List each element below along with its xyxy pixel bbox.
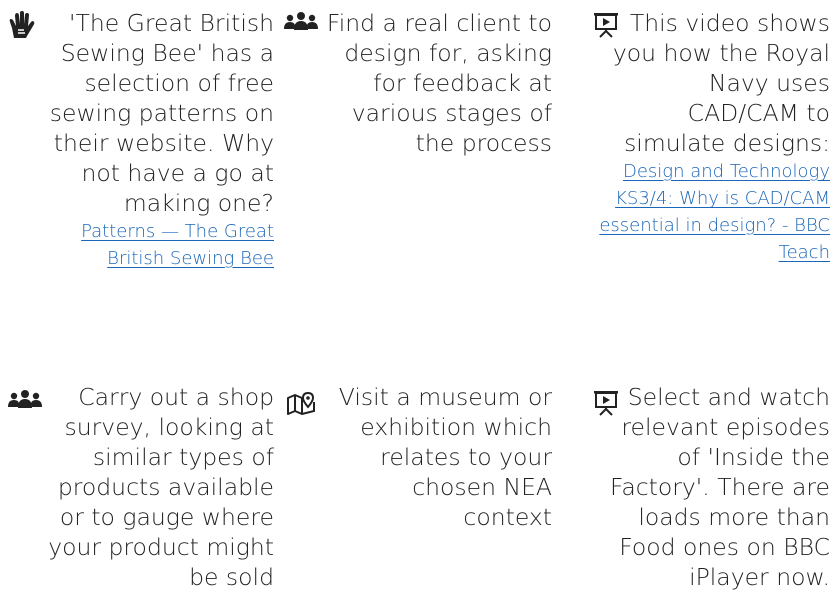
- sign-language-hand-icon: [8, 10, 36, 40]
- activity-text: This video shows you how the Royal Navy …: [612, 9, 830, 157]
- activity-card-client: Find a real client to design for, asking…: [318, 8, 552, 158]
- activity-text: Carry out a shop survey, looking at simi…: [48, 383, 274, 591]
- activity-text: Find a real client to design for, asking…: [326, 9, 552, 157]
- people-group-icon: [8, 390, 42, 408]
- map-pin-icon: [286, 392, 316, 416]
- activity-card-video-cadcam: This video shows you how the Royal Navy …: [596, 8, 830, 266]
- activity-card-inside-factory: Select and watch relevant episodes of 'I…: [596, 382, 830, 592]
- activity-text: Select and watch relevant episodes of 'I…: [609, 383, 830, 591]
- activity-text: 'The Great British Sewing Bee' has a sel…: [49, 9, 274, 217]
- activity-card-museum: Visit a museum or exhibition which relat…: [318, 382, 552, 532]
- activity-card-shop-survey: Carry out a shop survey, looking at simi…: [40, 382, 274, 592]
- activity-text: Visit a museum or exhibition which relat…: [338, 383, 552, 531]
- activity-card-sewing: 'The Great British Sewing Bee' has a sel…: [40, 8, 274, 272]
- people-group-icon: [284, 12, 318, 30]
- activity-link[interactable]: Patterns — The Great British Sewing Bee: [40, 218, 274, 272]
- activity-link[interactable]: Design and Technology KS3/4: Why is CAD/…: [596, 158, 830, 266]
